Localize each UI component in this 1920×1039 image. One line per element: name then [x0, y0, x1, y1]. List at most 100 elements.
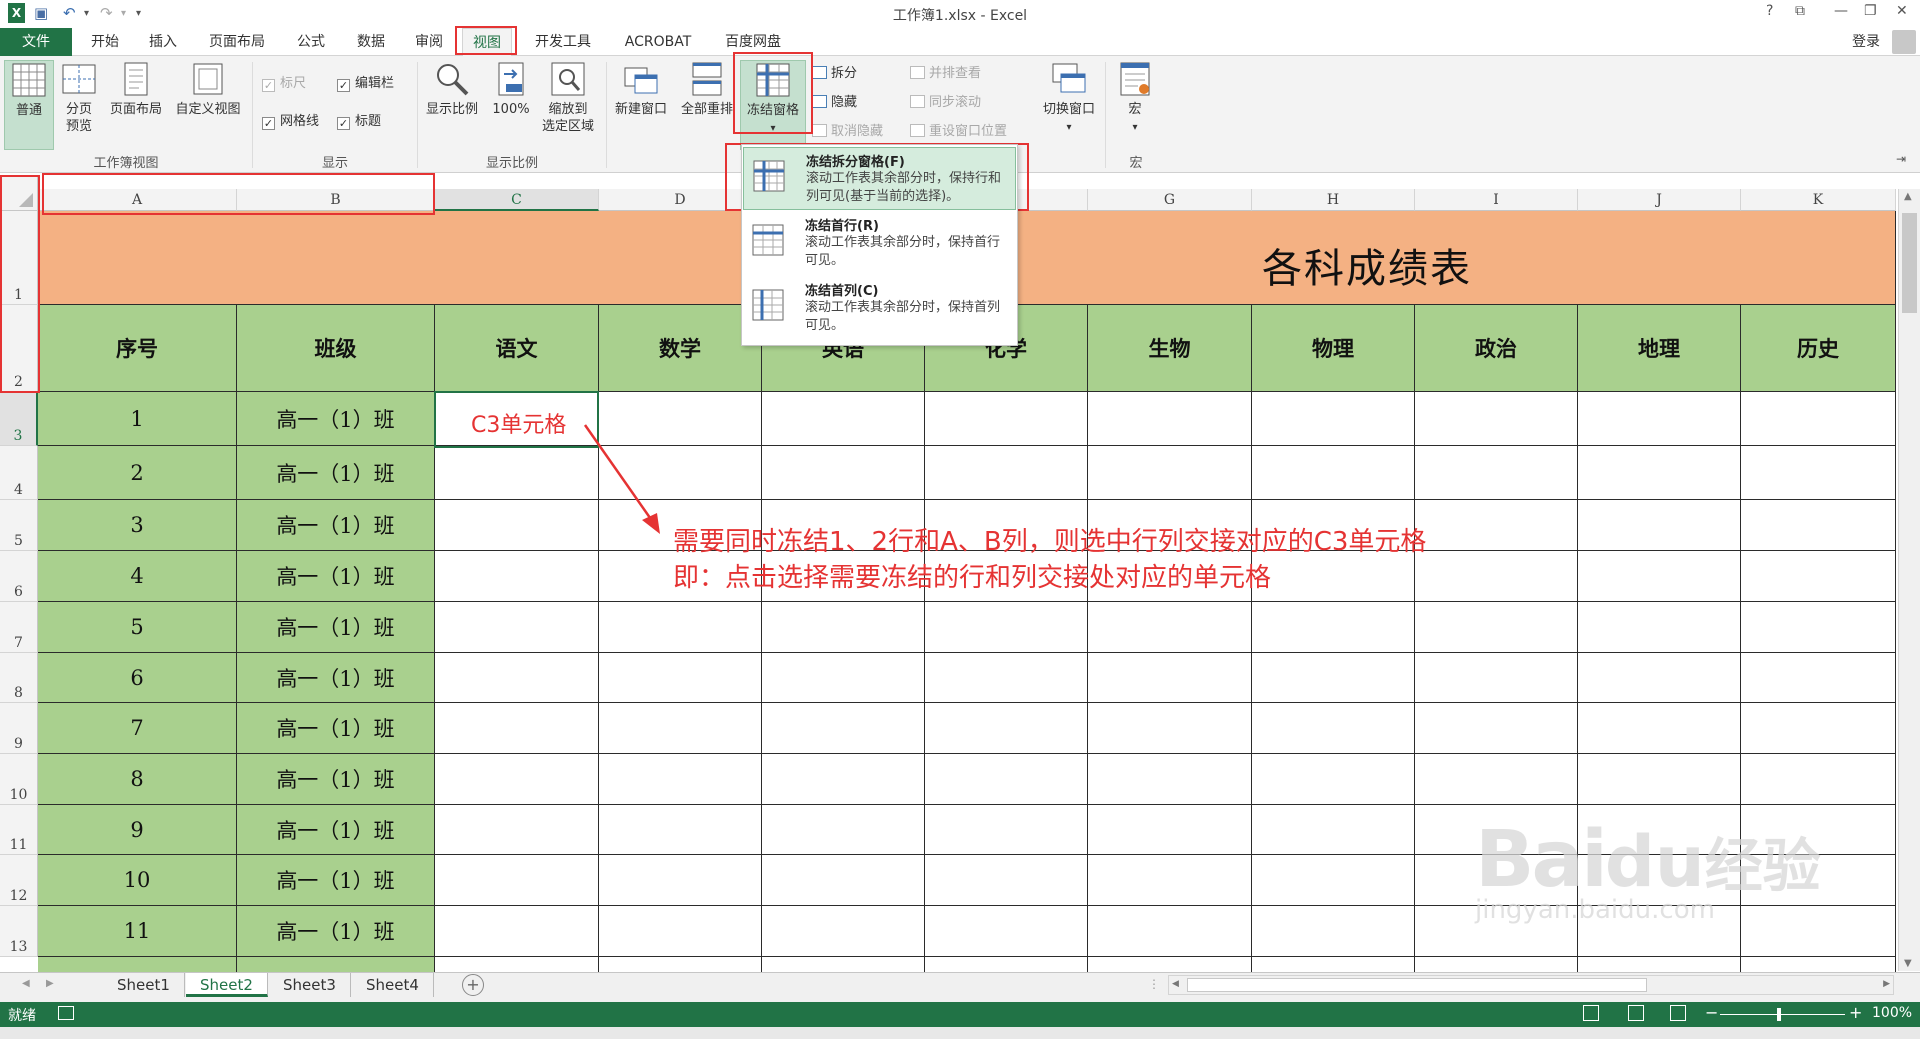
seq-cell[interactable]: 7 — [38, 703, 237, 754]
sheet-tab-4[interactable]: Sheet4 — [352, 973, 434, 997]
seq-cell[interactable]: 1 — [38, 392, 237, 446]
score-cell[interactable] — [1088, 906, 1252, 957]
score-cell[interactable] — [1741, 703, 1896, 754]
header-cell[interactable]: 政治 — [1415, 305, 1578, 392]
column-header-h[interactable]: H — [1252, 189, 1415, 211]
row-header-3[interactable]: 3 — [0, 392, 38, 446]
score-cell[interactable] — [925, 805, 1088, 855]
score-cell[interactable] — [925, 392, 1088, 446]
row-header-7[interactable]: 7 — [0, 602, 38, 653]
score-cell[interactable] — [599, 906, 762, 957]
score-cell[interactable] — [435, 446, 599, 500]
class-cell[interactable]: 高一（1）班 — [237, 906, 435, 957]
score-cell[interactable] — [1415, 500, 1578, 551]
score-cell[interactable] — [925, 446, 1088, 500]
score-cell[interactable] — [1088, 703, 1252, 754]
score-cell[interactable] — [599, 805, 762, 855]
score-cell[interactable] — [435, 500, 599, 551]
header-cell[interactable]: 语文 — [435, 305, 599, 392]
tab-baidu-netdisk[interactable]: 百度网盘 — [714, 28, 792, 56]
score-cell[interactable] — [762, 653, 925, 703]
headings-checkbox[interactable]: ✓ 标题 — [337, 112, 381, 132]
page-break-status-icon[interactable] — [1670, 1005, 1686, 1021]
score-cell[interactable] — [1088, 754, 1252, 805]
tab-acrobat[interactable]: ACROBAT — [614, 28, 702, 56]
score-cell[interactable] — [435, 551, 599, 602]
score-cell[interactable] — [1088, 446, 1252, 500]
score-cell[interactable] — [599, 754, 762, 805]
sheet-tab-3[interactable]: Sheet3 — [269, 973, 351, 997]
class-cell[interactable]: 高一（1）班 — [237, 500, 435, 551]
zoom-to-selection-button[interactable]: 缩放到 选定区域 — [536, 60, 600, 135]
row-header-9[interactable]: 9 — [0, 703, 38, 754]
side-by-side-button[interactable]: 并排查看 — [910, 64, 981, 84]
score-cell[interactable] — [1578, 446, 1741, 500]
score-cell[interactable] — [1578, 653, 1741, 703]
tab-split-handle-icon[interactable]: ⋮ — [1148, 977, 1160, 991]
header-cell[interactable]: 生物 — [1088, 305, 1252, 392]
partial-row-cell[interactable] — [38, 957, 237, 972]
class-cell[interactable]: 高一（1）班 — [237, 653, 435, 703]
score-cell[interactable] — [1252, 653, 1415, 703]
tab-home[interactable]: 开始 — [80, 28, 130, 56]
vertical-scrollbar[interactable]: ▲ ▼ — [1898, 189, 1920, 971]
score-cell[interactable] — [925, 602, 1088, 653]
ruler-checkbox[interactable]: ✓ 标尺 — [262, 74, 306, 94]
header-cell[interactable]: 数学 — [599, 305, 762, 392]
add-sheet-icon[interactable]: + — [462, 974, 484, 996]
sheet-tab-1[interactable]: Sheet1 — [103, 973, 185, 997]
row-header-5[interactable]: 5 — [0, 500, 38, 551]
tab-file[interactable]: 文件 — [0, 28, 72, 56]
zoom-in-button[interactable]: + — [1849, 1003, 1862, 1022]
score-cell[interactable] — [1578, 703, 1741, 754]
freeze-panes-button[interactable]: 冻结窗格 ▾ — [740, 60, 806, 150]
column-header-b[interactable]: B — [237, 189, 435, 211]
score-cell[interactable] — [1252, 392, 1415, 446]
switch-window-button[interactable]: 切换窗口 ▾ — [1036, 60, 1102, 136]
score-cell[interactable] — [762, 392, 925, 446]
scroll-up-icon[interactable]: ▲ — [1904, 191, 1912, 202]
scroll-thumb[interactable] — [1902, 213, 1917, 313]
score-cell[interactable] — [1578, 754, 1741, 805]
score-cell[interactable] — [1415, 703, 1578, 754]
score-cell[interactable] — [762, 602, 925, 653]
sync-scroll-button[interactable]: 同步滚动 — [910, 93, 981, 113]
header-cell[interactable]: 班级 — [237, 305, 435, 392]
score-cell[interactable] — [1741, 392, 1896, 446]
score-cell[interactable] — [1088, 653, 1252, 703]
score-cell[interactable] — [762, 906, 925, 957]
normal-view-button[interactable]: 普通 — [4, 60, 54, 150]
row-header-1[interactable]: 1 — [0, 211, 38, 305]
seq-cell[interactable]: 3 — [38, 500, 237, 551]
score-cell[interactable] — [1578, 500, 1741, 551]
score-cell[interactable] — [925, 653, 1088, 703]
minimize-button[interactable]: — — [1834, 3, 1848, 19]
score-cell[interactable] — [1252, 602, 1415, 653]
hide-button[interactable]: 隐藏 — [812, 93, 857, 113]
zoom-percentage[interactable]: 100% — [1872, 1005, 1912, 1021]
partial-row-cell[interactable] — [237, 957, 435, 972]
score-cell[interactable] — [1415, 602, 1578, 653]
avatar-icon[interactable] — [1892, 30, 1916, 54]
seq-cell[interactable]: 9 — [38, 805, 237, 855]
score-cell[interactable] — [1415, 754, 1578, 805]
tab-page-layout[interactable]: 页面布局 — [198, 28, 276, 56]
row-header-2[interactable]: 2 — [0, 305, 38, 392]
seq-cell[interactable]: 11 — [38, 906, 237, 957]
score-cell[interactable] — [1252, 446, 1415, 500]
maximize-button[interactable]: ❐ — [1864, 3, 1877, 19]
score-cell[interactable] — [1252, 805, 1415, 855]
score-cell[interactable] — [1252, 855, 1415, 906]
seq-cell[interactable]: 8 — [38, 754, 237, 805]
seq-cell[interactable]: 10 — [38, 855, 237, 906]
macro-record-icon[interactable] — [58, 1006, 74, 1020]
tab-data[interactable]: 数据 — [346, 28, 396, 56]
column-header-k[interactable]: K — [1741, 189, 1896, 211]
score-cell[interactable] — [1415, 392, 1578, 446]
score-cell[interactable] — [925, 855, 1088, 906]
score-cell[interactable] — [1578, 392, 1741, 446]
score-cell[interactable] — [1741, 446, 1896, 500]
seq-cell[interactable]: 4 — [38, 551, 237, 602]
prev-sheet-icon[interactable]: ◀ — [22, 978, 30, 989]
score-cell[interactable] — [1741, 551, 1896, 602]
